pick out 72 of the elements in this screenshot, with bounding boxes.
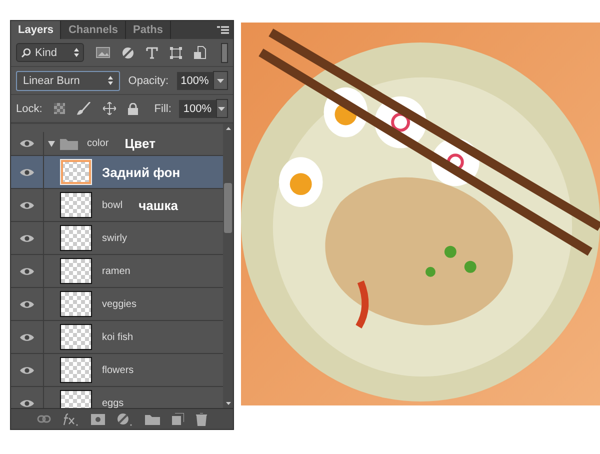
- fill-field[interactable]: 100%: [179, 100, 216, 118]
- eye-icon[interactable]: [20, 200, 34, 210]
- scrollbar-track[interactable]: [223, 124, 233, 408]
- layer-name: color: [87, 138, 109, 149]
- layer-name: veggies: [102, 298, 136, 310]
- layer-row[interactable]: swirly: [11, 222, 223, 255]
- lock-transparent-icon[interactable]: [54, 103, 66, 114]
- scroll-thumb[interactable]: [224, 183, 232, 233]
- layer-row[interactable]: ramen: [11, 255, 223, 288]
- effects-icon[interactable]: [63, 412, 79, 426]
- layer-thumbnail: [60, 357, 92, 383]
- menu-icon[interactable]: [217, 26, 229, 34]
- annotation-text: Цвет: [124, 136, 156, 151]
- eye-icon[interactable]: [20, 398, 34, 408]
- layer-thumbnail: [60, 291, 92, 317]
- scroll-up-icon[interactable]: [226, 127, 230, 130]
- mask-icon[interactable]: [91, 414, 105, 424]
- smart-object-filter-icon[interactable]: [194, 46, 206, 59]
- opacity-dropdown[interactable]: [212, 71, 228, 90]
- eye-icon[interactable]: [20, 266, 34, 276]
- lock-icon[interactable]: [128, 102, 138, 114]
- layer-thumbnail: [60, 258, 92, 284]
- filter-dropdown[interactable]: Kind: [16, 43, 84, 62]
- eye-icon[interactable]: [20, 366, 34, 374]
- scroll-down-icon[interactable]: [226, 402, 230, 405]
- expanded-triangle-icon[interactable]: [48, 140, 55, 146]
- annotation-text: чашка: [138, 198, 178, 212]
- layer-name: koi fish: [102, 332, 134, 342]
- layer-thumbnail: [60, 324, 92, 350]
- up-down-arrows-icon: [108, 76, 114, 85]
- type-filter-icon[interactable]: [146, 46, 158, 58]
- layer-name: swirly: [102, 232, 127, 244]
- eye-icon[interactable]: [20, 139, 34, 148]
- move-icon[interactable]: [103, 102, 116, 115]
- eye-icon[interactable]: [20, 332, 34, 342]
- fill-label: Fill:: [154, 102, 172, 114]
- caret-icon: [218, 106, 226, 110]
- layer-row[interactable]: Задний фон: [11, 156, 223, 189]
- lock-label: Lock:: [16, 102, 42, 114]
- adjustment-filter-icon[interactable]: [122, 46, 134, 58]
- adjustment-icon[interactable]: [117, 412, 133, 426]
- layer-row[interactable]: veggies: [11, 288, 223, 321]
- caret-icon: [216, 78, 224, 82]
- opacity-field[interactable]: 100%: [176, 72, 213, 90]
- up-down-arrows-icon: [74, 48, 79, 57]
- folder-icon: [60, 138, 78, 150]
- layer-name: ramen: [102, 266, 130, 276]
- fill-dropdown[interactable]: [216, 99, 228, 118]
- blend-mode-dropdown[interactable]: Linear Burn: [16, 70, 120, 90]
- layer-row[interactable]: bowl чашка: [11, 189, 223, 222]
- layer-thumbnail: [60, 192, 92, 218]
- new-layer-icon[interactable]: [172, 413, 184, 425]
- layer-name: bowl: [102, 200, 123, 210]
- shape-filter-icon[interactable]: [170, 46, 182, 58]
- layer-name: eggs: [102, 398, 124, 408]
- eye-icon[interactable]: [20, 234, 34, 242]
- layer-name: flowers: [102, 364, 134, 376]
- layer-thumbnail: [60, 159, 92, 185]
- layer-name: Задний фон: [102, 164, 180, 180]
- filter-toggle[interactable]: [221, 42, 228, 62]
- layer-thumbnail: [60, 225, 92, 251]
- trash-icon[interactable]: [196, 412, 207, 426]
- eye-icon[interactable]: [20, 300, 34, 308]
- link-icon[interactable]: [37, 415, 51, 423]
- opacity-label: Opacity:: [128, 74, 169, 86]
- brush-icon[interactable]: [77, 102, 92, 115]
- search-icon: [21, 48, 31, 58]
- layer-row[interactable]: koi fish: [11, 321, 223, 354]
- folder-icon[interactable]: [145, 414, 160, 424]
- layer-row[interactable]: flowers: [11, 354, 223, 387]
- eye-icon[interactable]: [20, 168, 34, 176]
- panel-tab[interactable]: Layers: [11, 21, 62, 39]
